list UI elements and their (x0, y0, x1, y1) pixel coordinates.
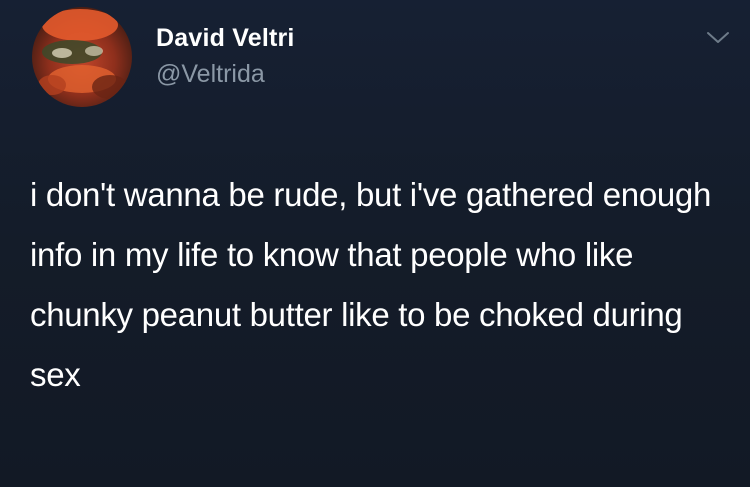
avatar-image (32, 7, 132, 107)
chevron-down-icon (706, 31, 730, 50)
tweet-text: i don't wanna be rude, but i've gathered… (30, 176, 712, 393)
author-avatar[interactable] (32, 7, 132, 107)
tweet-card: David Veltri @Veltrida i don't wanna be … (0, 0, 750, 487)
tweet-menu-button[interactable] (700, 26, 736, 54)
author-display-name[interactable]: David Veltri (156, 24, 295, 53)
author-handle[interactable]: @Veltrida (156, 60, 265, 89)
